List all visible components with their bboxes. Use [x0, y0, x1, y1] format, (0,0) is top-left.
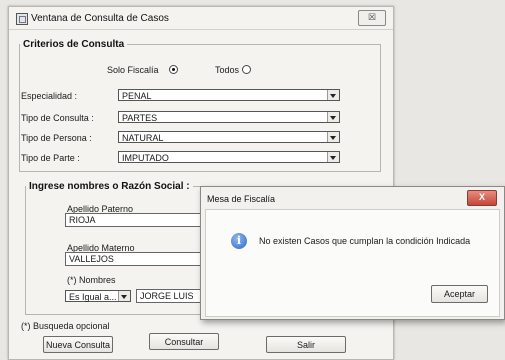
dialog-title: Mesa de Fiscalía [207, 194, 276, 204]
nueva-consulta-button[interactable]: Nueva Consulta [43, 336, 113, 353]
names-legend: Ingrese nombres o Razón Social : [29, 181, 190, 192]
match-type-value: Es Igual a... [69, 292, 117, 302]
consultar-button[interactable]: Consultar [149, 333, 219, 350]
app-icon [16, 13, 28, 25]
window-title: Ventana de Consulta de Casos [31, 13, 169, 24]
dialog-message: No existen Casos que cumplan la condició… [259, 236, 471, 246]
close-button[interactable]: ☒ [358, 10, 386, 26]
tipo-persona-select[interactable]: NATURAL [118, 131, 340, 143]
aceptar-button[interactable]: Aceptar [431, 285, 488, 303]
dialog-close-button[interactable]: X [467, 190, 497, 206]
chevron-down-icon [327, 112, 339, 122]
match-type-select[interactable]: Es Igual a... [65, 290, 131, 302]
mesa-fiscalia-dialog: Mesa de Fiscalía X i No existen Casos qu… [200, 186, 505, 320]
tipo-persona-label: Tipo de Persona : [21, 133, 92, 143]
tipo-persona-value: NATURAL [122, 133, 164, 143]
especialidad-select[interactable]: PENAL [118, 89, 340, 101]
todos-label: Todos [215, 65, 240, 75]
tipo-parte-value: IMPUTADO [122, 153, 169, 163]
tipo-parte-select[interactable]: IMPUTADO [118, 151, 340, 163]
todos-radio[interactable] [242, 65, 251, 74]
criteria-legend: Criterios de Consulta [23, 39, 125, 50]
busqueda-opcional-note: (*) Busqueda opcional [21, 321, 110, 331]
tipo-consulta-label: Tipo de Consulta : [21, 113, 94, 123]
especialidad-value: PENAL [122, 91, 152, 101]
info-icon: i [231, 233, 247, 249]
solo-fiscalia-label: Solo Fiscalía [107, 65, 159, 75]
chevron-down-icon [118, 291, 130, 301]
nombres-input[interactable]: JORGE LUIS [136, 289, 206, 303]
dialog-body: i No existen Casos que cumplan la condic… [205, 209, 500, 317]
title-bar: Ventana de Consulta de Casos ☒ [9, 7, 393, 30]
solo-fiscalia-radio[interactable] [169, 65, 178, 74]
nombres-label: (*) Nombres [67, 275, 116, 285]
chevron-down-icon [327, 132, 339, 142]
tipo-consulta-value: PARTES [122, 113, 158, 123]
chevron-down-icon [327, 152, 339, 162]
chevron-down-icon [327, 90, 339, 100]
tipo-consulta-select[interactable]: PARTES [118, 111, 340, 123]
apellido-materno-input[interactable]: VALLEJOS [65, 252, 205, 266]
apellido-paterno-input[interactable]: RIOJA [65, 213, 205, 227]
salir-button[interactable]: Salir [266, 336, 346, 353]
tipo-parte-label: Tipo de Parte : [21, 153, 80, 163]
especialidad-label: Especialidad : [21, 91, 78, 101]
